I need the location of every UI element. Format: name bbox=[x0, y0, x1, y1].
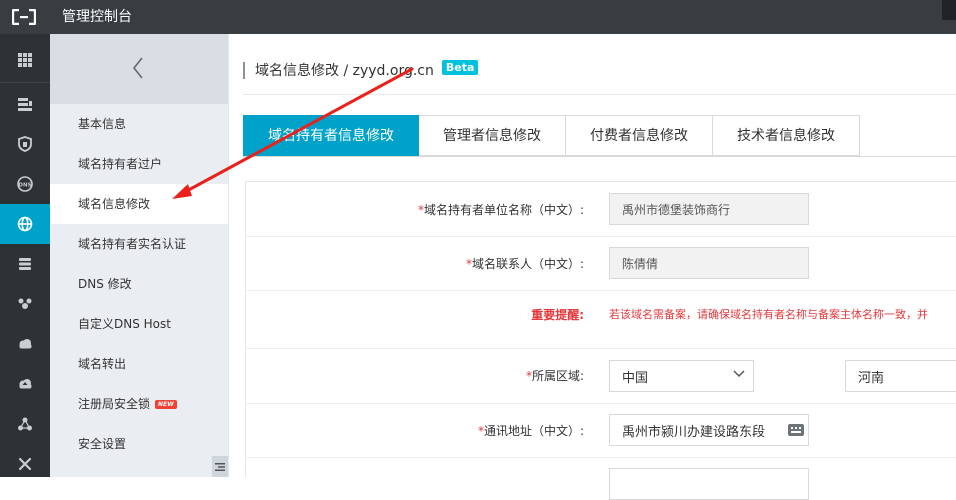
dns-icon: DNS bbox=[17, 176, 33, 192]
region-label: *所属区域: bbox=[246, 367, 584, 384]
sidebar-item-label: 域名持有者过户 bbox=[78, 157, 163, 171]
address-label: *通讯地址（中文）: bbox=[246, 422, 584, 439]
row-divider bbox=[246, 236, 956, 237]
keyboard-icon[interactable] bbox=[788, 422, 804, 438]
database-icon bbox=[19, 258, 31, 270]
tabs-underline bbox=[243, 156, 956, 157]
sidebar-item-label: 自定义DNS Host bbox=[78, 317, 171, 331]
nodes-icon bbox=[18, 417, 32, 431]
sidebar-item-info-modify[interactable]: 域名信息修改 bbox=[50, 184, 228, 224]
sidebar-item-registry-lock[interactable]: 注册局安全锁 NEW bbox=[50, 384, 228, 424]
page-title: 域名信息修改 / zyyd.org.cn bbox=[255, 63, 434, 79]
tab-label: 管理者信息修改 bbox=[443, 128, 541, 144]
shield-icon bbox=[18, 136, 32, 152]
sidebar-divider bbox=[228, 34, 229, 477]
warning-text: 若该域名需备案，请确保域名持有者名称与备案主体名称一致，并 bbox=[609, 308, 928, 321]
org-name-field[interactable]: 禹州市德堡装饰商行 bbox=[609, 193, 809, 225]
server-stack-icon bbox=[18, 98, 32, 111]
aliyun-logo-icon[interactable] bbox=[12, 9, 36, 25]
sidebar-item-label: 域名信息修改 bbox=[78, 197, 151, 211]
row-divider bbox=[246, 290, 956, 291]
tab-owner-info[interactable]: 域名持有者信息修改 bbox=[243, 115, 419, 156]
new-badge: NEW bbox=[155, 400, 177, 409]
sidebar-toggle-button[interactable] bbox=[212, 456, 228, 477]
collapse-sidebar-button[interactable] bbox=[126, 54, 150, 82]
rail-item-dns[interactable]: DNS bbox=[0, 164, 50, 204]
sidebar-header bbox=[50, 34, 228, 104]
rail-item-cloud[interactable] bbox=[0, 324, 50, 364]
tab-label: 付费者信息修改 bbox=[590, 128, 688, 144]
tab-billing-info[interactable]: 付费者信息修改 bbox=[566, 115, 713, 156]
address-input[interactable]: 禹州市颍川办建设路东段 bbox=[609, 414, 809, 446]
rail-item-nodes[interactable] bbox=[0, 404, 50, 444]
label-text: 所属区域: bbox=[531, 369, 584, 383]
rail-item-domains[interactable] bbox=[0, 204, 50, 244]
menu-fold-icon bbox=[215, 462, 225, 471]
label-text: 域名联系人（中文）: bbox=[471, 257, 584, 271]
tab-tech-info[interactable]: 技术者信息修改 bbox=[713, 115, 860, 156]
label-text: 域名持有者单位名称（中文）: bbox=[423, 203, 584, 217]
select-value: 中国 bbox=[622, 370, 649, 386]
header-divider bbox=[243, 94, 956, 95]
rail-item-database[interactable] bbox=[0, 244, 50, 284]
tab-label: 技术者信息修改 bbox=[737, 128, 835, 144]
globe-icon bbox=[17, 216, 33, 232]
row-divider bbox=[246, 348, 956, 349]
rail-item-tools[interactable] bbox=[0, 444, 50, 484]
rail-item-servers[interactable] bbox=[0, 84, 50, 124]
beta-badge: Beta bbox=[441, 59, 479, 75]
sidebar-item-label: 域名转出 bbox=[78, 357, 127, 371]
tools-icon bbox=[18, 457, 32, 471]
top-bar-menu[interactable] bbox=[942, 0, 956, 20]
sidebar-item-basic-info[interactable]: 基本信息 bbox=[50, 104, 228, 144]
field-value: 陈倩倩 bbox=[622, 256, 659, 271]
product-rail: DNS bbox=[0, 34, 50, 477]
rail-item-group[interactable] bbox=[0, 284, 50, 324]
province-select[interactable]: 河南 bbox=[845, 360, 956, 392]
group-icon bbox=[18, 298, 32, 309]
rail-item-security[interactable] bbox=[0, 124, 50, 164]
field-value: 禹州市颍川办建设路东段 bbox=[622, 424, 766, 440]
next-field[interactable] bbox=[609, 468, 809, 500]
rail-item-cloud-upload[interactable] bbox=[0, 364, 50, 404]
cloud-icon bbox=[19, 339, 32, 349]
top-bar: 管理控制台 bbox=[0, 0, 956, 34]
contact-name-field[interactable]: 陈倩倩 bbox=[609, 247, 809, 279]
country-select[interactable]: 中国 bbox=[609, 360, 754, 392]
sidebar-item-label: 安全设置 bbox=[78, 437, 127, 451]
sidebar-item-custom-dns-host[interactable]: 自定义DNS Host bbox=[50, 304, 228, 344]
row-divider bbox=[246, 403, 956, 404]
title-accent-bar bbox=[243, 61, 245, 79]
contact-label: *域名联系人（中文）: bbox=[246, 255, 584, 272]
sidebar-item-label: 基本信息 bbox=[78, 117, 127, 131]
sidebar-item-dns-modify[interactable]: DNS 修改 bbox=[50, 264, 228, 304]
page-header: 域名信息修改 / zyyd.org.cn Beta bbox=[243, 58, 479, 82]
contact-tabs: 域名持有者信息修改 管理者信息修改 付费者信息修改 技术者信息修改 bbox=[243, 115, 860, 156]
sidebar-item-label: 注册局安全锁 bbox=[78, 397, 151, 411]
tab-label: 域名持有者信息修改 bbox=[268, 128, 394, 144]
sidebar-item-transfer-out[interactable]: 域名转出 bbox=[50, 344, 228, 384]
svg-text:DNS: DNS bbox=[18, 183, 31, 189]
cloud-upload-icon bbox=[19, 379, 32, 389]
sidebar-item-label: 域名持有者实名认证 bbox=[78, 237, 187, 251]
sidebar-item-owner-transfer[interactable]: 域名持有者过户 bbox=[50, 144, 228, 184]
warning-label: 重要提醒: bbox=[531, 308, 584, 322]
rail-item-all-products[interactable] bbox=[0, 40, 50, 80]
app-title: 管理控制台 bbox=[62, 9, 132, 25]
sidebar-item-label: DNS 修改 bbox=[78, 277, 132, 291]
domain-sidebar: 基本信息 域名持有者过户 域名信息修改 域名持有者实名认证 DNS 修改 自定义… bbox=[50, 34, 228, 477]
grid-icon bbox=[18, 53, 32, 67]
field-value: 禹州市德堡装饰商行 bbox=[622, 202, 731, 217]
chevron-down-icon bbox=[733, 370, 745, 378]
org-name-label: *域名持有者单位名称（中文）: bbox=[246, 201, 584, 218]
label-text: 通讯地址（中文）: bbox=[483, 424, 584, 438]
tab-admin-info[interactable]: 管理者信息修改 bbox=[419, 115, 566, 156]
chevron-left-icon bbox=[132, 57, 143, 79]
row-divider bbox=[246, 457, 956, 458]
sidebar-item-realname-auth[interactable]: 域名持有者实名认证 bbox=[50, 224, 228, 264]
sidebar-item-security-settings[interactable]: 安全设置 bbox=[50, 424, 228, 464]
select-value: 河南 bbox=[858, 370, 885, 386]
